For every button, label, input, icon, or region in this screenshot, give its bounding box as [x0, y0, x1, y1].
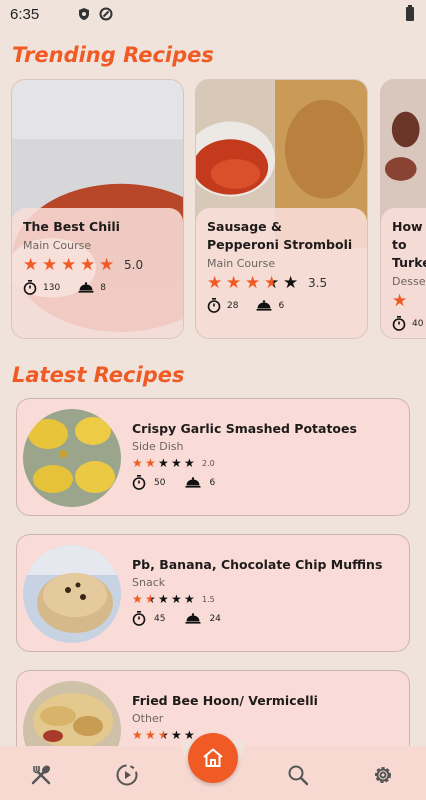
recipe-category: Side Dish: [132, 440, 184, 453]
star-icon: ★: [80, 255, 96, 275]
recipe-meta: 28 6: [207, 298, 357, 313]
trending-card[interactable]: The Best Chili Main Course ★ ★ ★ ★ ★ 5.0…: [11, 79, 184, 339]
timer-icon: [132, 611, 146, 626]
nav-videos[interactable]: [114, 762, 140, 788]
cook-time: 130: [43, 282, 61, 293]
recipe-category: Other: [132, 712, 164, 725]
star-icon: ★: [99, 255, 115, 275]
cook-time: 45: [154, 613, 166, 624]
trending-card[interactable]: How to Turke Desse ★ 40: [380, 79, 426, 339]
trending-card[interactable]: Sausage & Pepperoni Stromboli Main Cours…: [195, 79, 368, 339]
star-half-icon: ★: [145, 592, 158, 606]
star-half-icon: ★: [264, 274, 283, 292]
star-half-icon: ★: [158, 728, 171, 742]
star-icon: ★: [245, 273, 261, 293]
timer-icon: [23, 280, 37, 295]
timer-icon: [392, 316, 406, 331]
play-icon: [116, 764, 138, 786]
rating-stars: ★ ★ ★ ★ ★ 1.5: [132, 592, 399, 606]
star-icon: ★: [145, 728, 156, 742]
recipe-title: The Best Chili: [23, 219, 120, 234]
star-icon: ★: [171, 456, 182, 470]
serving-cloche-icon: [78, 282, 94, 293]
status-time: 6:35: [10, 5, 40, 23]
servings: 24: [209, 613, 221, 624]
recipe-thumbnail: [23, 545, 121, 643]
star-icon: ★: [132, 728, 143, 742]
nav-recipes[interactable]: [28, 762, 54, 788]
recipe-title: Sausage & Pepperoni Stromboli: [207, 219, 353, 252]
data-saver-icon: [99, 7, 113, 21]
recipe-title: Fried Bee Hoon/ Vermicelli: [132, 693, 318, 708]
shield-icon: [79, 8, 90, 20]
star-icon: ★: [132, 456, 143, 470]
star-icon: ★: [158, 456, 169, 470]
recipe-info: The Best Chili Main Course ★ ★ ★ ★ ★ 5.0…: [12, 208, 183, 338]
recipe-title: How to Turke: [392, 219, 426, 270]
star-icon: ★: [207, 273, 223, 293]
servings: 8: [100, 282, 106, 293]
serving-cloche-icon: [256, 300, 272, 311]
home-icon: [203, 748, 223, 767]
star-icon: ★: [226, 273, 242, 293]
recipe-meta: 50 6: [132, 475, 399, 490]
star-icon: ★: [184, 456, 195, 470]
trending-list[interactable]: The Best Chili Main Course ★ ★ ★ ★ ★ 5.0…: [11, 79, 426, 341]
home-button[interactable]: [188, 733, 238, 783]
rating-stars: ★ ★ ★ ★ ★ 3.5: [207, 274, 357, 292]
star-icon: ★: [184, 592, 195, 606]
star-icon: ★: [158, 592, 169, 606]
star-icon: ★: [23, 255, 39, 275]
rating-value: 2.0: [202, 458, 215, 468]
cook-time: 28: [227, 300, 239, 311]
servings: 6: [278, 300, 285, 311]
recipe-title: Pb, Banana, Chocolate Chip Muffins: [132, 557, 383, 572]
recipe-info: How to Turke Desse ★ 40: [381, 208, 426, 338]
recipe-category: Snack: [132, 576, 166, 589]
cook-time: 40: [412, 318, 424, 329]
recipe-title: Crispy Garlic Smashed Potatoes: [132, 421, 357, 436]
serving-cloche-icon: [185, 613, 201, 624]
star-icon: ★: [61, 255, 77, 275]
settings-icon: [375, 767, 391, 783]
recipe-category: Main Course: [207, 257, 276, 270]
servings: 6: [209, 477, 216, 488]
trending-title: Trending Recipes: [12, 43, 214, 67]
rating-value: 3.5: [308, 276, 328, 290]
nav-settings[interactable]: [370, 762, 396, 788]
rating-stars: ★ ★ ★ ★ ★ 5.0: [23, 256, 173, 274]
star-icon: ★: [145, 456, 156, 470]
cook-time: 50: [154, 477, 166, 488]
rating-stars: ★ ★ ★ ★ ★: [132, 728, 399, 742]
recipe-category: Main Course: [23, 239, 92, 252]
recipe-meta: 40: [392, 316, 426, 331]
timer-icon: [132, 475, 146, 490]
rating-value: 5.0: [124, 258, 144, 272]
rating-stars: ★ ★ ★ ★ ★ 2.0: [132, 456, 399, 470]
latest-recipe-card[interactable]: Crispy Garlic Smashed Potatoes Side Dish…: [16, 398, 410, 516]
recipe-thumbnail: [23, 409, 121, 507]
nav-search[interactable]: [285, 762, 311, 788]
serving-cloche-icon: [185, 477, 201, 488]
status-bar: 6:35: [0, 0, 426, 28]
rating-stars: ★: [392, 292, 426, 310]
recipes-icon: [31, 765, 51, 785]
star-icon: ★: [392, 291, 408, 311]
recipe-meta: 45 24: [132, 611, 399, 626]
recipe-info: Sausage & Pepperoni Stromboli Main Cours…: [196, 208, 367, 338]
recipe-category: Desse: [392, 275, 426, 288]
latest-recipe-card[interactable]: Pb, Banana, Chocolate Chip Muffins Snack…: [16, 534, 410, 652]
star-icon: ★: [42, 255, 58, 275]
star-icon: ★: [132, 592, 143, 606]
battery-icon: [406, 5, 414, 21]
latest-title: Latest Recipes: [12, 363, 185, 387]
timer-icon: [207, 298, 221, 313]
rating-value: 1.5: [202, 594, 215, 604]
recipe-meta: 130 8: [23, 280, 173, 295]
star-icon: ★: [171, 592, 182, 606]
search-icon: [288, 765, 309, 786]
star-icon: ★: [283, 273, 299, 293]
